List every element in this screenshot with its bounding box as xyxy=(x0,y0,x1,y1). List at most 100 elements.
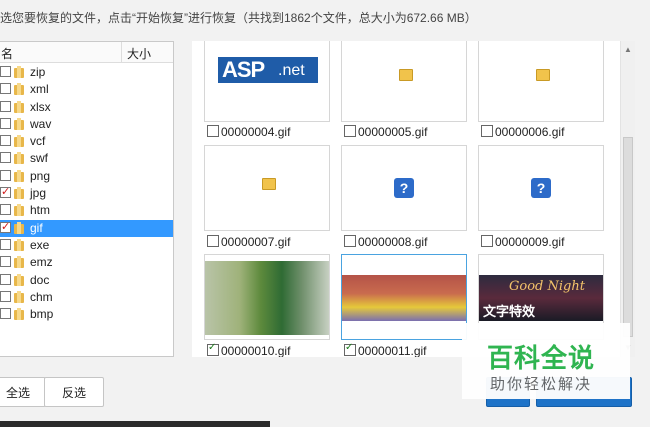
thumbnail-caption[interactable]: 00000005.gif xyxy=(344,125,427,139)
file-name: 00000009.gif xyxy=(495,235,565,249)
watermark-logo: 百科全说 助你轻松解决 xyxy=(462,323,630,399)
thumbnail-grid: ASP .net 00000004.gif 00000005.gif 00000… xyxy=(192,41,624,357)
tree-item-label: bmp xyxy=(30,307,54,322)
tree-item-gif[interactable]: gif xyxy=(0,219,173,237)
tree-item-label: exe xyxy=(30,237,50,252)
tree-item-swf[interactable]: swf xyxy=(0,150,173,167)
folder-icon xyxy=(14,169,25,182)
checkbox-checked[interactable] xyxy=(344,341,356,356)
thumbnail-00000010[interactable] xyxy=(204,254,330,340)
tree-item-wav[interactable]: wav xyxy=(0,116,173,133)
checkbox[interactable] xyxy=(0,238,11,250)
checkbox[interactable] xyxy=(0,290,11,302)
checkbox-checked[interactable] xyxy=(207,341,219,356)
tree-item-label: swf xyxy=(30,151,48,166)
checkbox[interactable] xyxy=(207,235,219,247)
photo-preview: Good Night 文字特效 xyxy=(479,275,603,321)
checkbox[interactable] xyxy=(0,308,11,320)
thumbnail-caption[interactable]: 00000006.gif xyxy=(481,125,564,139)
tree-item-label: jpg xyxy=(30,186,47,201)
checkbox[interactable] xyxy=(207,125,219,137)
checkbox-checked[interactable] xyxy=(0,220,11,233)
checkbox[interactable] xyxy=(0,66,11,77)
checkbox[interactable] xyxy=(0,135,11,147)
thumbnail-caption[interactable]: 00000007.gif xyxy=(207,235,290,249)
col-name-header[interactable]: 名 xyxy=(1,45,13,62)
good-night-text: Good Night xyxy=(509,279,585,294)
checkbox[interactable] xyxy=(0,204,11,216)
tree-item-xlsx[interactable]: xlsx xyxy=(0,99,173,116)
tree-item-xml[interactable]: xml xyxy=(0,81,173,98)
thumbnail-00000011[interactable] xyxy=(341,254,467,340)
tree-item-vcf[interactable]: vcf xyxy=(0,133,173,150)
column-divider[interactable] xyxy=(121,42,122,62)
thumbnail-00000005[interactable] xyxy=(341,41,467,122)
tree-item-label: chm xyxy=(30,289,53,304)
folder-icon xyxy=(14,204,25,217)
folder-icon xyxy=(14,308,25,321)
checkbox[interactable] xyxy=(0,83,11,95)
vertical-scrollbar[interactable]: ▲ ▼ xyxy=(620,41,635,357)
thumbnail-00000004[interactable]: ASP .net xyxy=(204,41,330,122)
tree-item-bmp[interactable]: bmp xyxy=(0,306,173,323)
tree-item-chm[interactable]: chm xyxy=(0,289,173,306)
scroll-thumb[interactable] xyxy=(623,137,633,337)
file-name: 00000004.gif xyxy=(221,125,291,139)
checkbox[interactable] xyxy=(0,100,11,112)
col-size-header[interactable]: 大小 xyxy=(127,45,151,62)
tree-item-emz[interactable]: emz xyxy=(0,254,173,271)
tree-item-htm[interactable]: htm xyxy=(0,202,173,219)
scroll-up-icon[interactable]: ▲ xyxy=(624,45,632,54)
photo-preview xyxy=(342,275,466,321)
thumbnail-caption[interactable]: 00000009.gif xyxy=(481,235,564,249)
thumbnail-caption[interactable]: 00000011.gif xyxy=(344,341,427,357)
thumbnail-00000007[interactable] xyxy=(204,145,330,231)
checkbox[interactable] xyxy=(344,125,356,137)
tree-item-jpg[interactable]: jpg xyxy=(0,185,173,202)
checkbox[interactable] xyxy=(0,256,11,268)
invert-selection-button[interactable]: 反选 xyxy=(44,377,104,407)
asp-logo-text: ASP xyxy=(222,57,265,82)
taskbar-strip xyxy=(0,421,270,427)
folder-icon xyxy=(262,178,276,190)
thumbnail-caption[interactable]: 00000008.gif xyxy=(344,235,427,249)
checkbox[interactable] xyxy=(344,235,356,247)
file-name: 00000005.gif xyxy=(358,125,428,139)
tree-item-label: gif xyxy=(30,220,43,235)
folder-icon xyxy=(14,152,25,165)
tree-item-doc[interactable]: doc xyxy=(0,272,173,289)
thumbnail-00000006[interactable] xyxy=(478,41,604,122)
select-all-button[interactable]: 全选 xyxy=(0,377,46,407)
checkbox[interactable] xyxy=(0,273,11,285)
file-name: 00000011.gif xyxy=(358,344,427,357)
folder-icon xyxy=(14,83,25,96)
checkbox[interactable] xyxy=(481,125,493,137)
thumbnail-caption[interactable]: 00000004.gif xyxy=(207,125,290,139)
folder-icon xyxy=(14,66,25,78)
text-effect-label: 文字特效 xyxy=(483,304,536,319)
file-type-tree[interactable]: 名 大小 zip xml xlsx wav vcf swf png jpg htm gif exe e… xyxy=(0,41,174,357)
folder-icon xyxy=(14,273,25,286)
watermark-subtitle: 助你轻松解决 xyxy=(489,376,592,393)
thumbnail-00000008[interactable] xyxy=(341,145,467,231)
checkbox[interactable] xyxy=(0,169,11,181)
checkbox-checked[interactable] xyxy=(0,185,11,199)
help-icon xyxy=(394,178,414,198)
thumbnail-caption[interactable]: 00000010.gif xyxy=(207,341,291,357)
watermark-title: 百科全说 xyxy=(486,343,595,373)
tree-item-zip[interactable]: zip xyxy=(0,64,173,81)
folder-icon xyxy=(14,100,25,113)
tree-item-label: emz xyxy=(30,255,53,270)
folder-icon xyxy=(14,221,25,234)
checkbox[interactable] xyxy=(481,235,493,247)
tree-item-label: xlsx xyxy=(30,99,51,114)
tree-item-label: doc xyxy=(30,272,50,287)
checkbox[interactable] xyxy=(0,152,11,164)
tree-item-exe[interactable]: exe xyxy=(0,237,173,254)
file-name: 00000006.gif xyxy=(495,125,565,139)
file-name: 00000010.gif xyxy=(221,344,291,357)
tree-item-png[interactable]: png xyxy=(0,168,173,185)
thumbnail-00000009[interactable] xyxy=(478,145,604,231)
folder-icon xyxy=(14,290,25,303)
checkbox[interactable] xyxy=(0,117,11,129)
